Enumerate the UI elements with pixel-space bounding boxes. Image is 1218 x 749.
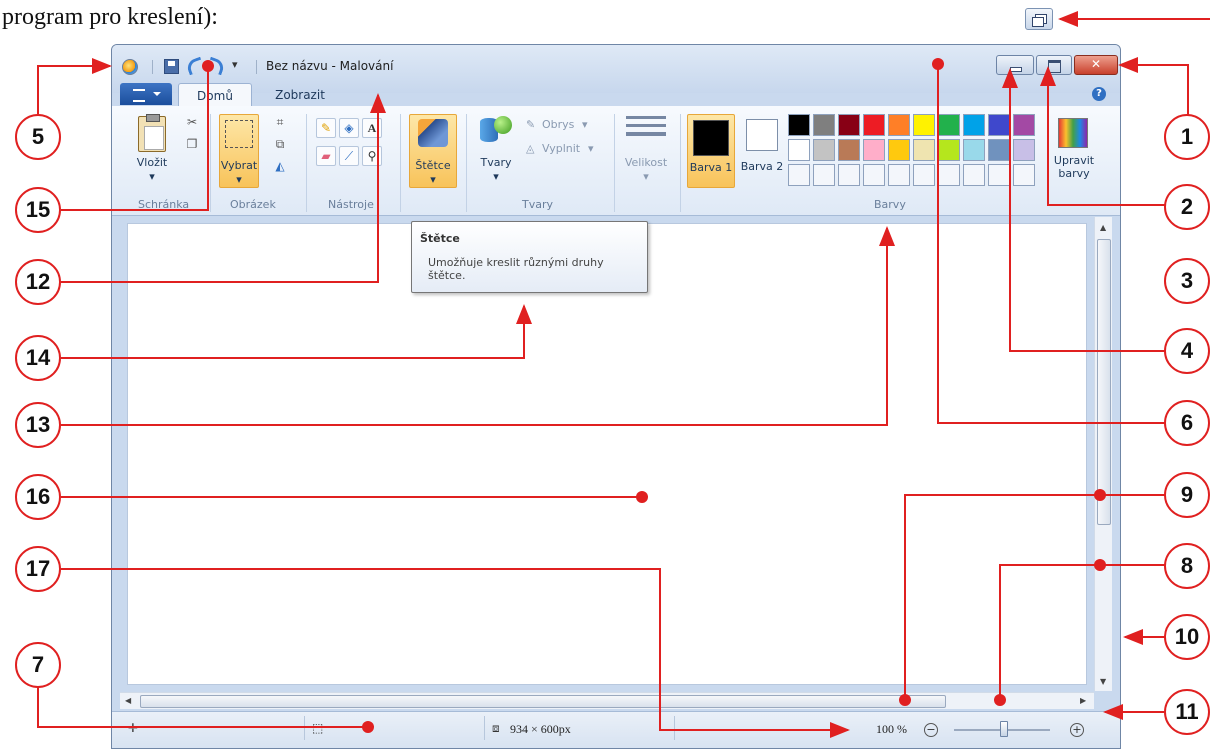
annotation-14: 14 <box>15 335 61 381</box>
annotation-8: 8 <box>1164 543 1210 589</box>
annotation-11: 11 <box>1164 689 1210 735</box>
annotation-6: 6 <box>1164 400 1210 446</box>
annotation-2: 2 <box>1164 184 1210 230</box>
annotation-15: 15 <box>15 187 61 233</box>
annotation-16: 16 <box>15 474 61 520</box>
annotation-1: 1 <box>1164 114 1210 160</box>
annotation-12: 12 <box>15 259 61 305</box>
annotation-9: 9 <box>1164 472 1210 518</box>
annotation-5: 5 <box>15 114 61 160</box>
annotation-10: 10 <box>1164 614 1210 660</box>
annotation-17: 17 <box>15 546 61 592</box>
screenshot-stage: program pro kreslení): ▾ Bez názvu - Mal… <box>0 0 1218 749</box>
annotation-13: 13 <box>15 402 61 448</box>
annotation-4: 4 <box>1164 328 1210 374</box>
annotation-lines <box>37 11 1210 738</box>
annotation-7: 7 <box>15 642 61 688</box>
annotation-3: 3 <box>1164 258 1210 304</box>
